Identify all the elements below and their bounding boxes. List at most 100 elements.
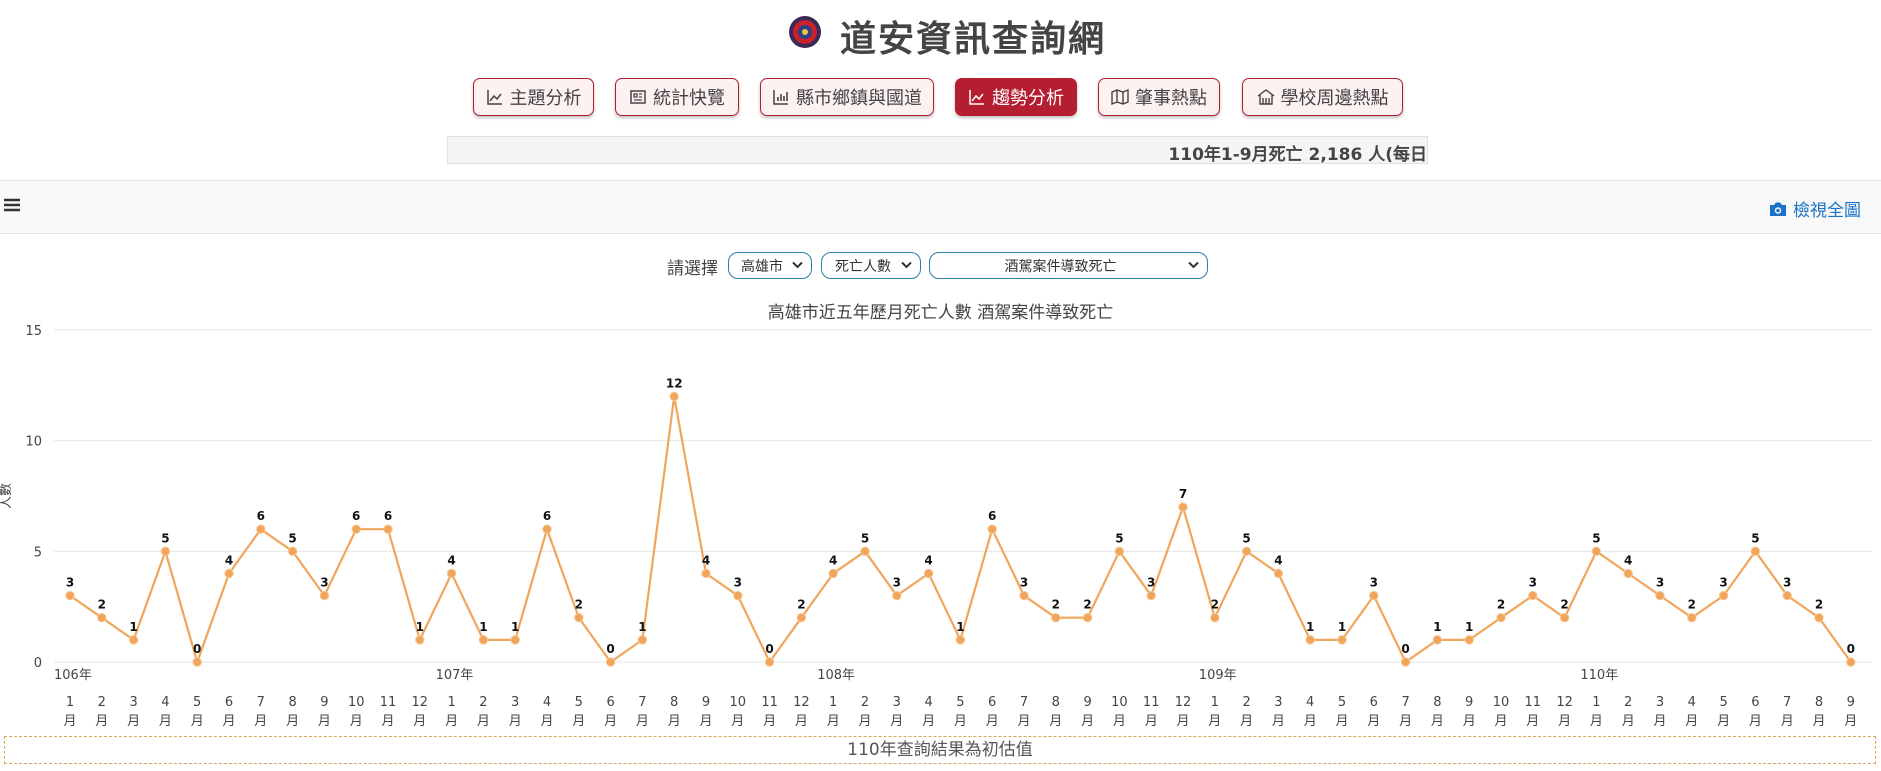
data-label: 2 <box>1211 598 1219 612</box>
x-tick-label: 7 <box>257 695 265 710</box>
x-tick-suffix: 月 <box>509 714 522 729</box>
data-point <box>923 568 934 579</box>
x-tick-suffix: 月 <box>1844 714 1857 729</box>
x-tick-label: 12 <box>412 695 429 710</box>
x-tick-suffix: 月 <box>699 714 712 729</box>
data-point <box>1528 590 1538 601</box>
y-tick-label: 15 <box>25 324 42 339</box>
data-point <box>192 657 202 667</box>
x-tick-suffix: 月 <box>1526 714 1539 729</box>
x-tick-label: 10 <box>1493 695 1510 710</box>
x-tick-suffix: 月 <box>1494 714 1507 729</box>
x-tick-label: 9 <box>1083 695 1091 710</box>
x-tick-label: 4 <box>161 695 169 710</box>
x-tick-suffix: 月 <box>572 714 585 729</box>
x-tick-label: 2 <box>861 695 869 710</box>
data-label: 2 <box>98 598 106 612</box>
data-label: 1 <box>638 620 646 634</box>
data-point <box>1369 590 1379 601</box>
data-label: 6 <box>257 509 265 523</box>
data-label: 0 <box>1847 642 1855 656</box>
data-label: 5 <box>1592 531 1600 545</box>
data-label: 3 <box>1147 576 1155 590</box>
data-label: 1 <box>416 620 424 634</box>
x-tick-suffix: 月 <box>636 714 649 729</box>
data-point <box>1432 635 1443 645</box>
data-label: 1 <box>511 620 519 634</box>
x-tick-suffix: 月 <box>286 714 299 729</box>
data-label: 2 <box>1688 598 1696 612</box>
x-tick-label: 11 <box>1143 695 1160 710</box>
x-tick-label: 9 <box>1465 695 1473 710</box>
data-point <box>1241 546 1252 557</box>
x-tick-suffix: 月 <box>1145 714 1158 729</box>
x-tick-suffix: 月 <box>191 714 204 729</box>
data-label: 1 <box>1433 620 1441 634</box>
x-tick-label: 6 <box>1370 695 1378 710</box>
data-point <box>860 546 870 557</box>
data-label: 5 <box>861 531 869 545</box>
y-tick-label: 0 <box>34 656 42 671</box>
x-tick-suffix: 月 <box>540 714 553 729</box>
x-tick-suffix: 月 <box>1113 714 1126 729</box>
data-label: 0 <box>193 642 201 656</box>
data-point <box>987 524 997 534</box>
x-tick-suffix: 月 <box>1812 714 1825 729</box>
year-label: 110年 <box>1580 668 1618 683</box>
data-point <box>1687 613 1697 623</box>
data-point <box>574 613 584 623</box>
x-tick-suffix: 月 <box>413 714 426 729</box>
data-label: 1 <box>479 620 487 634</box>
data-label: 3 <box>893 576 901 590</box>
x-tick-label: 7 <box>1401 695 1409 710</box>
x-tick-label: 12 <box>793 695 810 710</box>
x-tick-suffix: 月 <box>350 714 363 729</box>
data-point <box>1591 546 1602 557</box>
x-tick-suffix: 月 <box>1749 714 1762 729</box>
x-tick-label: 3 <box>1274 695 1282 710</box>
data-label: 5 <box>1115 531 1123 545</box>
data-point <box>1623 568 1633 579</box>
x-tick-suffix: 月 <box>445 714 458 729</box>
data-label: 4 <box>1274 553 1282 567</box>
x-tick-suffix: 月 <box>159 714 172 729</box>
x-tick-suffix: 月 <box>1399 714 1412 729</box>
x-tick-label: 10 <box>730 695 747 710</box>
x-tick-label: 1 <box>447 695 455 710</box>
x-tick-label: 4 <box>924 695 932 710</box>
data-point <box>1114 546 1125 557</box>
data-point <box>605 657 616 667</box>
data-point <box>1210 613 1220 623</box>
x-tick-suffix: 月 <box>1431 714 1444 729</box>
x-tick-label: 8 <box>1815 695 1823 710</box>
data-point <box>224 568 234 579</box>
data-point <box>1464 635 1474 645</box>
x-tick-suffix: 月 <box>127 714 140 729</box>
footnote: 110年查詢結果為初估值 <box>4 736 1876 764</box>
data-point <box>955 635 966 645</box>
x-tick-label: 12 <box>1556 695 1573 710</box>
data-label: 6 <box>988 509 996 523</box>
year-label: 107年 <box>436 668 474 683</box>
data-label: 1 <box>956 620 964 634</box>
data-label: 5 <box>288 531 296 545</box>
data-point <box>478 635 489 645</box>
data-label: 2 <box>1083 598 1091 612</box>
x-tick-suffix: 月 <box>318 714 331 729</box>
data-point <box>319 590 330 601</box>
data-point <box>733 590 743 601</box>
x-tick-label: 5 <box>1719 695 1727 710</box>
x-tick-label: 5 <box>193 695 201 710</box>
x-tick-label: 9 <box>1847 695 1855 710</box>
x-tick-suffix: 月 <box>63 714 76 729</box>
x-tick-label: 9 <box>320 695 328 710</box>
data-label: 2 <box>575 598 583 612</box>
x-tick-suffix: 月 <box>1558 714 1571 729</box>
x-tick-label: 4 <box>1688 695 1696 710</box>
x-tick-label: 9 <box>702 695 710 710</box>
x-tick-label: 7 <box>638 695 646 710</box>
x-tick-label: 6 <box>988 695 996 710</box>
data-point <box>1496 613 1506 623</box>
data-label: 0 <box>606 642 614 656</box>
x-tick-label: 2 <box>479 695 487 710</box>
